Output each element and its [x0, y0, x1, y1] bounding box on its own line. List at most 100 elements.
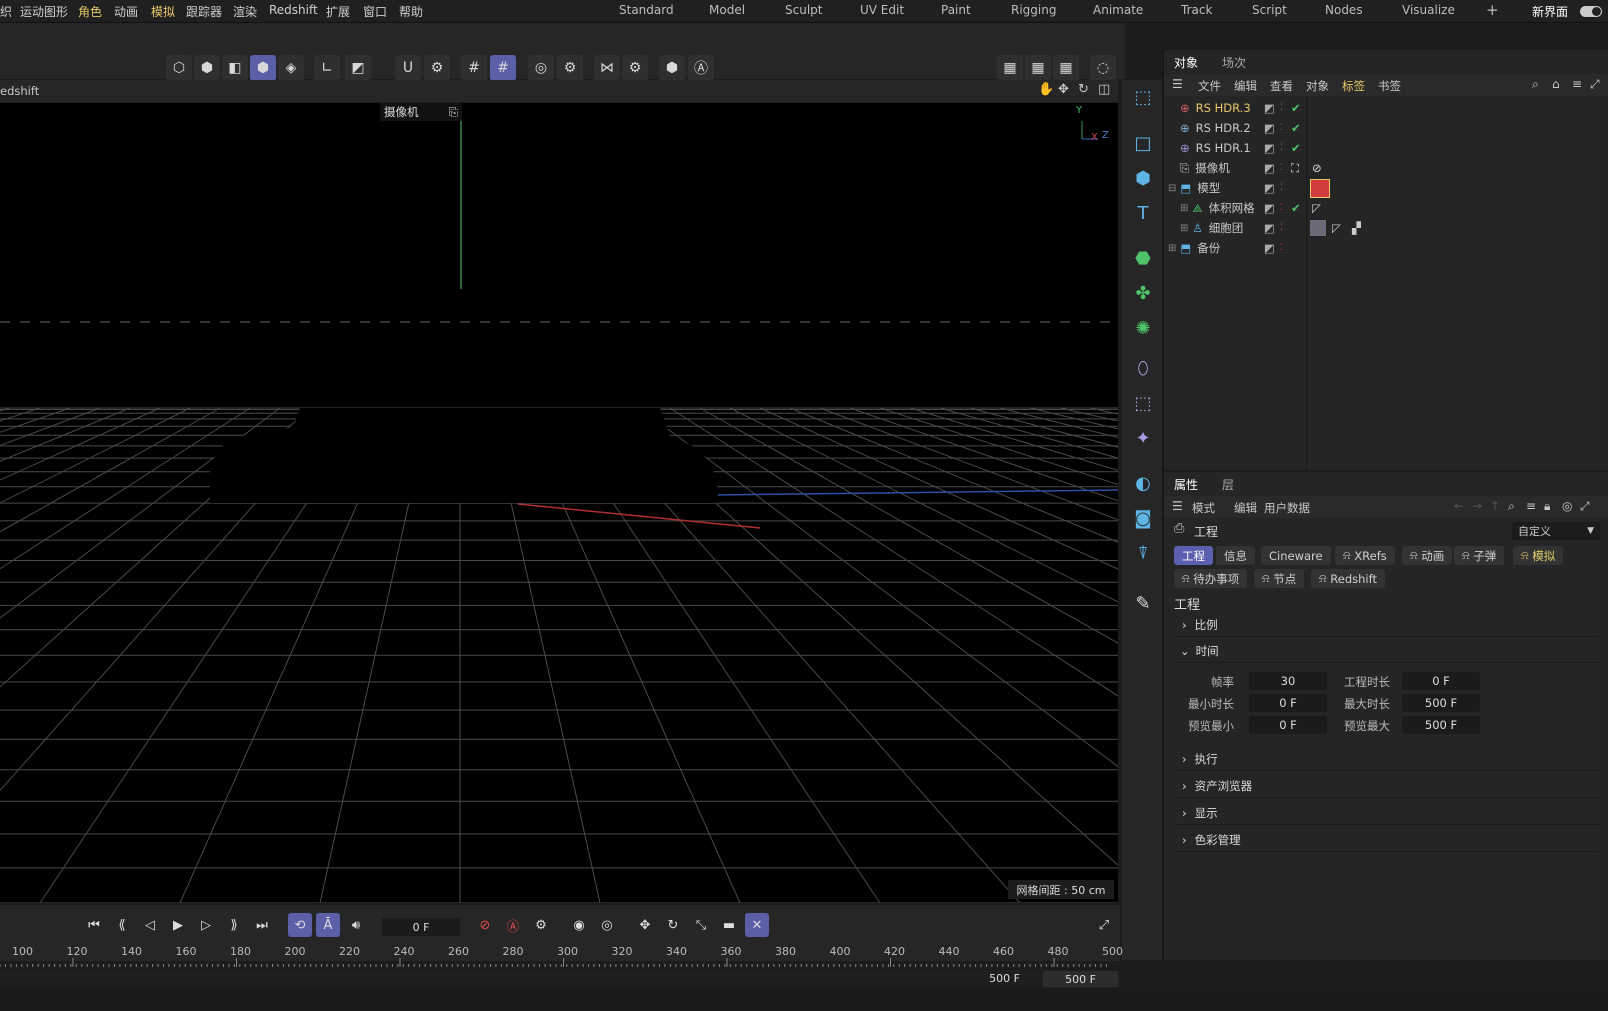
- visibility-dots[interactable]: ⁚: [1280, 183, 1283, 193]
- camera-selector[interactable]: 摄像机 ⎘: [380, 103, 462, 121]
- key-pla-icon[interactable]: ✕: [745, 913, 769, 937]
- search-icon[interactable]: ⌕: [1532, 77, 1539, 92]
- objmgr-menu-tags[interactable]: 标签: [1342, 78, 1365, 94]
- key-rotation-icon[interactable]: ↻: [661, 913, 685, 937]
- fps-field[interactable]: 30: [1249, 672, 1327, 690]
- layout-tab-visualize[interactable]: Visualize: [1402, 3, 1455, 17]
- preview-min-field[interactable]: 0 F: [1249, 716, 1327, 734]
- tab-project[interactable]: 工程: [1174, 546, 1213, 565]
- enabled-check-icon[interactable]: ✔: [1291, 141, 1301, 155]
- view-icon[interactable]: ⬢: [659, 55, 685, 81]
- section-asset-browser[interactable]: › 资产浏览器: [1174, 775, 1599, 798]
- objmgr-menu-object[interactable]: 对象: [1306, 78, 1329, 94]
- layer-icon[interactable]: ◩: [1264, 101, 1275, 115]
- visibility-dots[interactable]: ⁚: [1280, 103, 1283, 113]
- tab-cineware[interactable]: Cineware: [1261, 546, 1331, 565]
- model-mode-icon[interactable]: ⬢: [250, 55, 276, 81]
- new-window-icon[interactable]: ⤢: [1580, 499, 1590, 514]
- visibility-dots[interactable]: ⁚: [1280, 143, 1283, 153]
- enabled-check-icon[interactable]: ✔: [1291, 201, 1301, 215]
- autokey-icon[interactable]: Ⓐ: [501, 913, 525, 937]
- render-view-icon[interactable]: ▦: [997, 55, 1023, 81]
- graph-editor-icon[interactable]: ⤢: [1092, 913, 1116, 937]
- expand-icon[interactable]: ⊞: [1168, 243, 1176, 254]
- layout-tab-track[interactable]: Track: [1181, 3, 1212, 17]
- prev-key-icon[interactable]: ⟪: [110, 913, 134, 937]
- home-icon[interactable]: ⌂: [1552, 77, 1560, 91]
- project-duration-field[interactable]: 0 F: [1402, 672, 1480, 690]
- object-row-camera[interactable]: ⎘ 摄像机 ◩ ⁚ ⛶ ⊘: [1164, 158, 1608, 178]
- texture-mode-icon[interactable]: ◈: [278, 55, 304, 81]
- menu-item-tracker[interactable]: 跟踪器: [186, 3, 222, 20]
- layer-icon[interactable]: ◩: [1264, 121, 1275, 135]
- phong-tag-icon[interactable]: ◸: [1312, 201, 1321, 215]
- workplane-snap-icon[interactable]: #: [490, 55, 516, 81]
- layout-tab-model[interactable]: Model: [709, 3, 745, 17]
- autokey-icon[interactable]: Ⓐ: [688, 55, 714, 81]
- layout-tab-paint[interactable]: Paint: [941, 3, 971, 17]
- pan-icon[interactable]: ✋: [1038, 82, 1054, 97]
- expand-icon[interactable]: ⊞: [1180, 223, 1188, 234]
- object-row-rs-hdr2[interactable]: ⊕ RS HDR.2 ◩ ⁚ ✔: [1164, 118, 1608, 138]
- menu-item-mograph[interactable]: 运动图形: [20, 3, 68, 20]
- object-row-cell-cluster[interactable]: ⊞ ♙ 细胞团 ◩ ⁚ ◸ ▞: [1164, 218, 1608, 238]
- layout-tab-sculpt[interactable]: Sculpt: [785, 3, 822, 17]
- attr-menu-mode[interactable]: 模式: [1192, 500, 1215, 516]
- tab-xrefs[interactable]: ⍾ XRefs: [1335, 546, 1395, 565]
- edges-mode-icon[interactable]: ⬢: [194, 55, 220, 81]
- visibility-dots[interactable]: ⁚: [1280, 243, 1283, 253]
- objmgr-menu-file[interactable]: 文件: [1198, 78, 1221, 94]
- menu-item-render[interactable]: 渲染: [233, 3, 257, 20]
- menu-item-redshift[interactable]: Redshift: [269, 3, 318, 17]
- key-scale-icon[interactable]: ⤡: [689, 913, 713, 937]
- maximize-view-icon[interactable]: ◫: [1098, 82, 1110, 97]
- redshift-rt-icon[interactable]: ◌: [1090, 55, 1116, 81]
- quantize-icon[interactable]: ◎: [528, 55, 554, 81]
- max-time-field[interactable]: 500 F: [1402, 694, 1480, 712]
- cube-icon[interactable]: ⬢: [1128, 163, 1158, 193]
- prev-frame-icon[interactable]: ◁: [138, 913, 162, 937]
- render-settings-icon[interactable]: ▦: [1053, 55, 1079, 81]
- menu-item-0[interactable]: 织: [0, 3, 12, 20]
- text-spline-icon[interactable]: T: [1128, 198, 1158, 228]
- layer-icon[interactable]: ◩: [1264, 221, 1275, 235]
- section-scale[interactable]: › 比例: [1174, 614, 1599, 637]
- menu-item-animation[interactable]: 动画: [114, 3, 138, 20]
- section-display[interactable]: › 显示: [1174, 802, 1599, 825]
- visibility-dots[interactable]: ⁚: [1280, 123, 1283, 133]
- grid-snap-icon[interactable]: #: [461, 55, 487, 81]
- range-bar[interactable]: 500 F 500 F: [0, 970, 1120, 988]
- filter-icon[interactable]: ≡: [1572, 77, 1582, 91]
- tab-objects[interactable]: 对象: [1174, 50, 1198, 74]
- up-icon[interactable]: ↑: [1490, 499, 1500, 513]
- tab-attributes[interactable]: 属性: [1174, 472, 1198, 496]
- expand-icon[interactable]: ⤢: [1590, 77, 1600, 92]
- light-icon[interactable]: ⍒: [1128, 538, 1158, 568]
- solo-icon[interactable]: ◩: [345, 55, 371, 81]
- menu-item-window[interactable]: 窗口: [363, 3, 387, 20]
- field-icon[interactable]: ⬯: [1128, 353, 1158, 383]
- object-row-rs-hdr3[interactable]: ⊕ RS HDR.3 ◩ ⁚ ✔: [1164, 98, 1608, 118]
- layout-tab-animate[interactable]: Animate: [1093, 3, 1143, 17]
- menu-item-help[interactable]: 帮助: [399, 3, 423, 20]
- timeline-ruler-ticks[interactable]: [0, 958, 1120, 968]
- preset-dropdown[interactable]: 自定义 ▼: [1512, 522, 1600, 540]
- points-mode-icon[interactable]: ⬡: [166, 55, 192, 81]
- go-to-start-icon[interactable]: ⏮: [82, 913, 106, 937]
- tab-bullet[interactable]: ⍾ 子弹: [1454, 546, 1505, 565]
- lock-icon[interactable]: 🔒︎: [1544, 499, 1550, 514]
- tab-simulation[interactable]: ⍾ 模拟: [1513, 546, 1564, 565]
- objmgr-menu-bookmarks[interactable]: 书签: [1378, 78, 1401, 94]
- deformer-icon[interactable]: ✺: [1128, 313, 1158, 343]
- sound-icon[interactable]: 🔊︎: [344, 913, 368, 937]
- move-view-icon[interactable]: ✥: [1058, 82, 1069, 97]
- section-execute[interactable]: › 执行: [1174, 748, 1599, 771]
- menu-item-extensions[interactable]: 扩展: [326, 3, 350, 20]
- protection-tag-icon[interactable]: ⊘: [1312, 161, 1322, 175]
- layout-tab-script[interactable]: Script: [1252, 3, 1287, 17]
- checker-tag-icon[interactable]: ▞: [1352, 221, 1361, 235]
- 3d-viewport[interactable]: 摄像机 ⎘ Y X Z 网格间距 : 50 cm: [0, 103, 1118, 903]
- polygons-mode-icon[interactable]: ◧: [222, 55, 248, 81]
- layer-icon[interactable]: ◩: [1264, 161, 1275, 175]
- edit-tool-icon[interactable]: ✎: [1128, 588, 1158, 618]
